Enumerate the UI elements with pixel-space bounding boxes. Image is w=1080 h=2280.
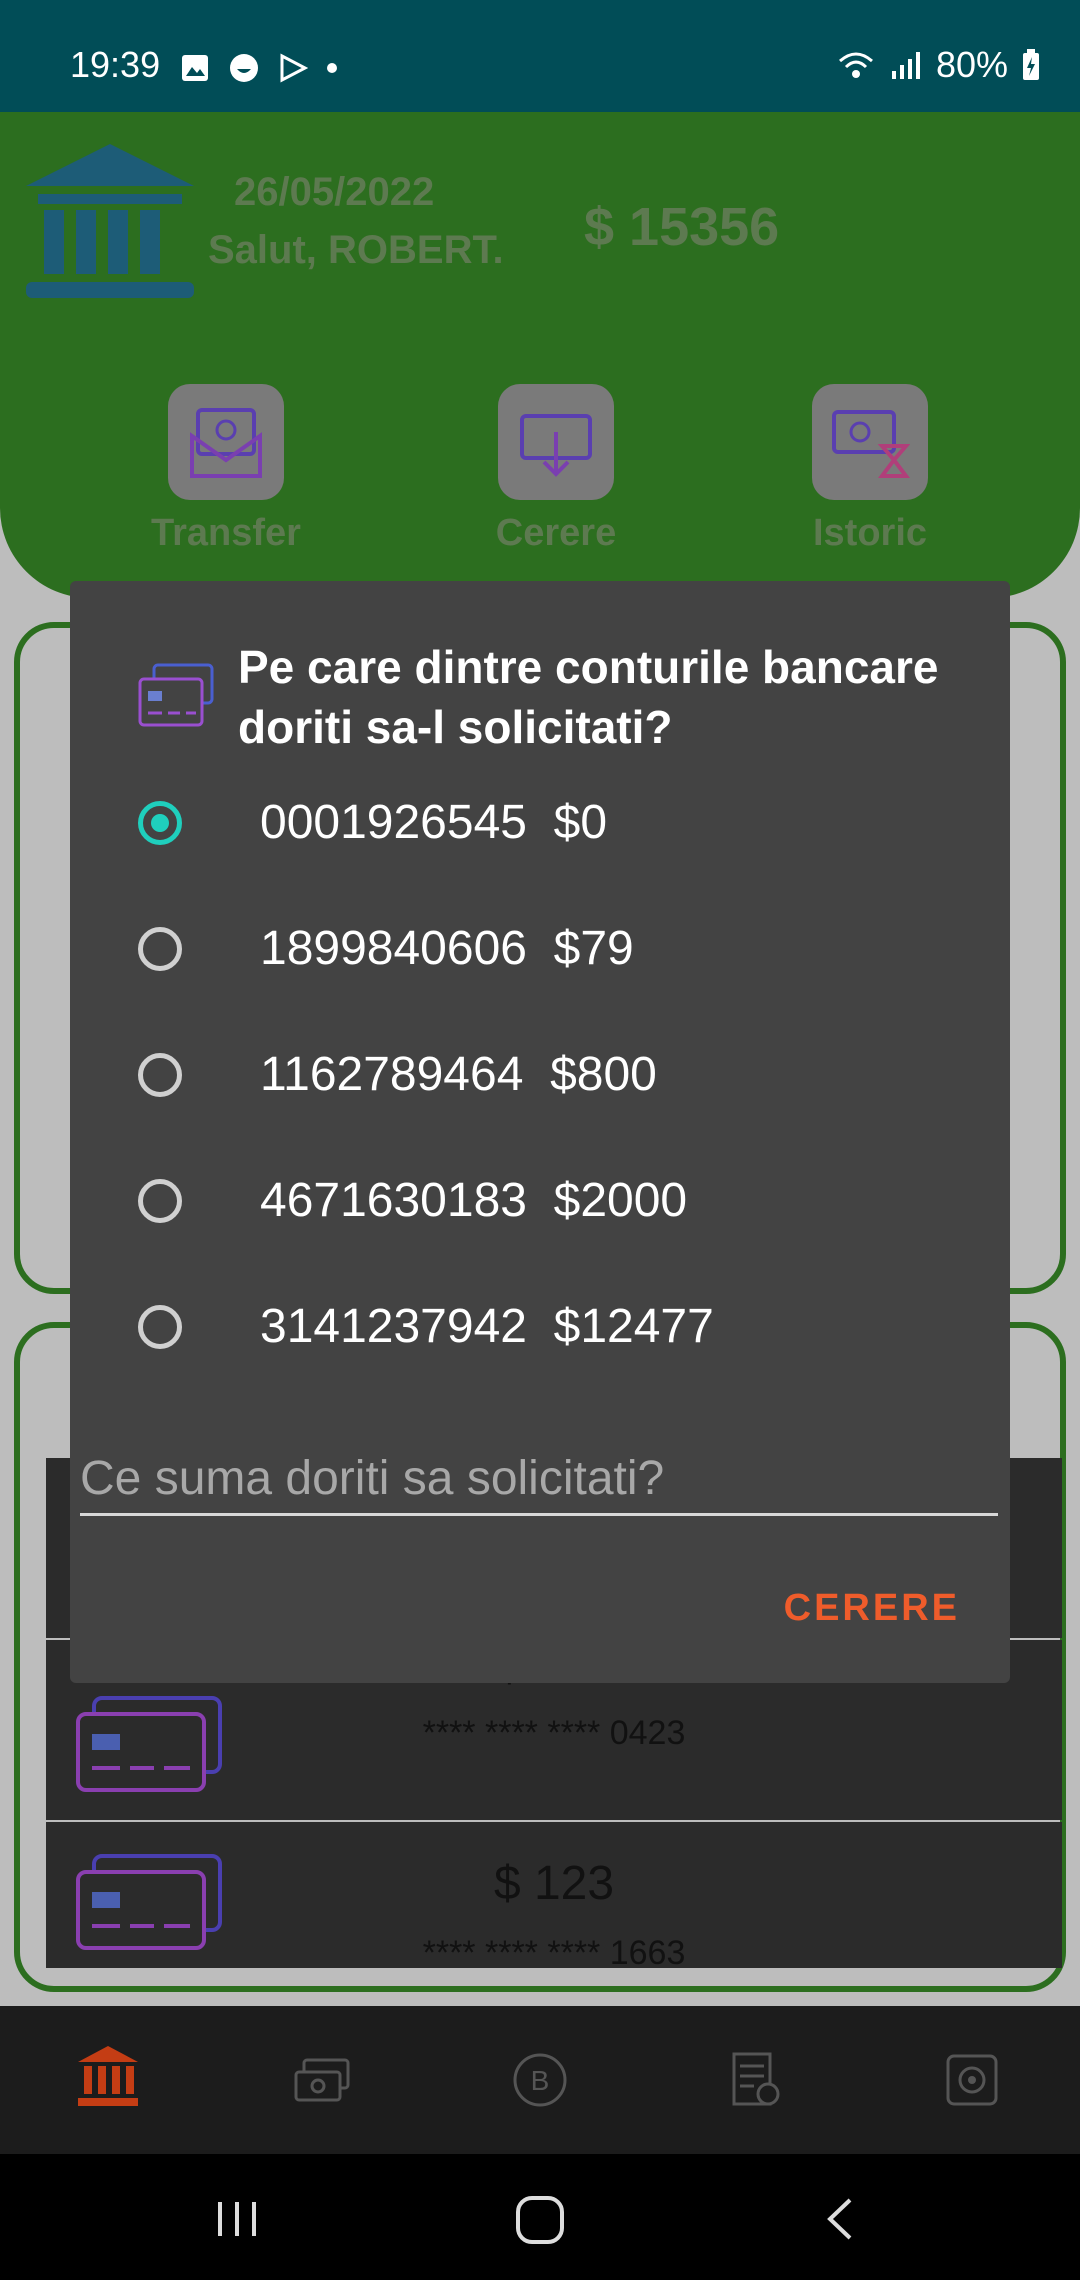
history-label: Istoric (812, 512, 928, 554)
receipt-icon[interactable] (724, 2050, 784, 2110)
envelope-money-icon (168, 384, 284, 500)
system-status: 80% (836, 44, 1040, 86)
bank-logo-icon (26, 144, 194, 298)
account-option-label: 1899840606 $79 (260, 922, 634, 975)
settings-icon[interactable] (942, 2050, 1002, 2110)
account-option[interactable]: 1162789464 $800 (70, 1029, 1010, 1129)
home-icon[interactable] (514, 2194, 566, 2246)
transfer-button[interactable]: Transfer (148, 384, 304, 555)
back-icon[interactable] (816, 2194, 866, 2244)
radio-unselected[interactable] (138, 1179, 182, 1223)
request-button[interactable]: Cerere (478, 384, 634, 555)
dialog-title: Pe care dintre conturile bancare doriti … (238, 641, 939, 753)
account-option[interactable]: 0001926545 $0 (70, 777, 1010, 877)
account-amount: $ 123 (493, 1857, 615, 1910)
play-store-icon (280, 53, 308, 83)
account-option[interactable]: 3141237942 $12477 (70, 1281, 1010, 1381)
bitcoin-icon[interactable]: B (510, 2050, 570, 2110)
radio-unselected[interactable] (138, 927, 182, 971)
svg-text:B: B (531, 2065, 550, 2096)
request-label: Cerere (495, 512, 617, 554)
wifi-icon (838, 52, 873, 78)
system-navigation-bar (0, 2154, 1080, 2280)
account-option[interactable]: 1899840606 $79 (70, 903, 1010, 1003)
money-request-icon (498, 384, 614, 500)
account-option[interactable]: 4671630183 $2000 (70, 1155, 1010, 1255)
header-date: 26/05/2022 (234, 170, 435, 214)
transfer-label: Transfer (151, 512, 301, 554)
dot-icon (327, 63, 337, 73)
history-hourglass-icon (812, 384, 928, 500)
battery-charging-icon (1023, 49, 1039, 80)
total-balance: $ 15356 (584, 197, 780, 257)
account-option-label: 4671630183 $2000 (260, 1174, 688, 1227)
account-number: **** **** **** 0423 (422, 1714, 686, 1752)
radio-unselected[interactable] (138, 1053, 182, 1097)
battery-percent: 80% (935, 44, 1008, 85)
greeting: Salut, ROBERT. (208, 228, 504, 272)
account-option-label: 0001926545 $0 (260, 796, 608, 849)
amount-input[interactable] (80, 1443, 998, 1516)
recent-apps-icon[interactable] (212, 2194, 262, 2244)
account-option-label: 3141237942 $12477 (260, 1300, 714, 1353)
status-bar: 19:39 80% (0, 0, 1080, 112)
money-transfer-icon[interactable] (292, 2050, 352, 2110)
gallery-icon (182, 55, 208, 81)
face-icon (230, 54, 258, 82)
bank-icon[interactable] (76, 2046, 140, 2106)
dashboard-header: 26/05/2022 Salut, ROBERT. $ 15356 Transf… (0, 112, 1080, 598)
radio-selected[interactable] (138, 801, 182, 845)
signal-icon (891, 52, 920, 79)
radio-unselected[interactable] (138, 1305, 182, 1349)
request-submit-button[interactable]: CERERE (784, 1587, 960, 1630)
bottom-navigation: B (0, 2006, 1080, 2154)
history-button[interactable]: Istoric (792, 384, 948, 555)
notification-icons (180, 52, 338, 84)
account-select-dialog: Pe care dintre conturile bancare doriti … (70, 581, 1010, 1683)
credit-cards-icon (138, 663, 214, 727)
account-option-label: 1162789464 $800 (260, 1048, 657, 1101)
status-time: 19:39 (70, 44, 161, 85)
account-row[interactable]: $ 123 **** **** **** 1663 (46, 1822, 1062, 1972)
account-number: **** **** **** 1663 (422, 1934, 686, 1972)
